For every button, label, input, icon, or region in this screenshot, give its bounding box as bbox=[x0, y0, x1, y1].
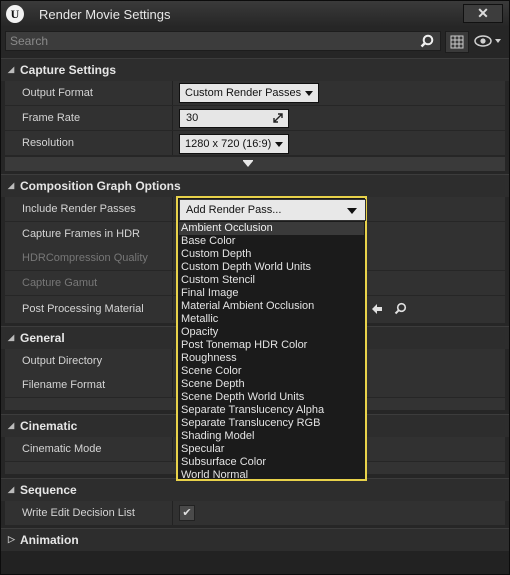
column-divider[interactable] bbox=[172, 501, 173, 525]
view-options-button[interactable] bbox=[471, 31, 505, 51]
property-label: HDRCompression Quality bbox=[22, 252, 148, 264]
render-pass-option[interactable]: Ambient Occlusion bbox=[179, 222, 364, 235]
render-pass-option[interactable]: Roughness bbox=[179, 352, 364, 365]
collapse-arrow-icon[interactable]: ◢ bbox=[8, 333, 14, 342]
eye-icon bbox=[474, 35, 501, 47]
close-button[interactable]: ✕ bbox=[463, 4, 503, 23]
section-title: Composition Graph Options bbox=[20, 179, 181, 193]
render-pass-option[interactable]: Scene Color bbox=[179, 365, 364, 378]
section-animation[interactable]: ▷ Animation bbox=[1, 528, 509, 551]
window-title: Render Movie Settings bbox=[39, 7, 171, 22]
render-pass-dropdown[interactable]: Add Render Pass... Ambient Occlusion Base… bbox=[176, 196, 367, 481]
combo-value: 1280 x 720 (16:9) bbox=[185, 138, 272, 150]
render-pass-option[interactable]: Specular bbox=[179, 443, 364, 456]
frame-rate-field[interactable]: 30 bbox=[179, 109, 289, 128]
resolution-combo[interactable]: 1280 x 720 (16:9) bbox=[179, 134, 289, 154]
property-label: Capture Gamut bbox=[22, 277, 98, 289]
property-label: Output Format bbox=[22, 87, 93, 99]
row-edit-decision-list: Write Edit Decision List ✔ bbox=[5, 501, 505, 526]
column-divider[interactable] bbox=[172, 81, 173, 105]
combo-value: Add Render Pass... bbox=[186, 204, 282, 216]
section-capture-settings[interactable]: ◢ Capture Settings bbox=[1, 58, 509, 81]
column-divider[interactable] bbox=[172, 246, 173, 270]
section-title: Sequence bbox=[20, 483, 77, 497]
render-pass-option[interactable]: Final Image bbox=[179, 287, 364, 300]
frame-rate-value: 30 bbox=[186, 112, 199, 124]
search-row bbox=[1, 29, 509, 53]
render-pass-option[interactable]: Opacity bbox=[179, 326, 364, 339]
render-pass-option[interactable]: Base Color bbox=[179, 235, 364, 248]
property-label: Write Edit Decision List bbox=[22, 507, 135, 519]
search-input[interactable] bbox=[10, 32, 410, 50]
close-icon: ✕ bbox=[477, 5, 489, 21]
column-divider[interactable] bbox=[172, 197, 173, 221]
edl-checkbox[interactable]: ✔ bbox=[179, 505, 195, 521]
expand-arrow-icon[interactable]: ▷ bbox=[8, 534, 15, 545]
add-render-pass-combo[interactable]: Add Render Pass... bbox=[179, 199, 366, 221]
property-label: Post Processing Material bbox=[22, 303, 144, 315]
title-bar[interactable]: U Render Movie Settings ✕ bbox=[1, 1, 509, 27]
render-pass-option[interactable]: World Normal bbox=[179, 469, 364, 482]
dropdown-arrow-icon bbox=[275, 142, 283, 147]
render-pass-option[interactable]: Custom Depth bbox=[179, 248, 364, 261]
section-title: General bbox=[20, 331, 65, 345]
row-resolution: Resolution 1280 x 720 (16:9) bbox=[5, 131, 505, 156]
bottom-bar bbox=[1, 551, 509, 574]
render-pass-option[interactable]: Separate Translucency RGB bbox=[179, 417, 364, 430]
render-pass-option[interactable]: Material Ambient Occlusion bbox=[179, 300, 364, 313]
row-output-format: Output Format Custom Render Passes bbox=[5, 81, 505, 106]
column-divider[interactable] bbox=[172, 296, 173, 320]
section-title: Animation bbox=[20, 533, 79, 547]
render-pass-option[interactable]: Separate Translucency Alpha bbox=[179, 404, 364, 417]
column-divider[interactable] bbox=[172, 373, 173, 397]
search-icon[interactable] bbox=[420, 34, 434, 51]
column-divider[interactable] bbox=[172, 437, 173, 461]
advanced-expander[interactable] bbox=[5, 157, 505, 171]
section-title: Cinematic bbox=[20, 419, 78, 433]
property-label: Capture Frames in HDR bbox=[22, 228, 140, 240]
render-pass-option[interactable]: Scene Depth bbox=[179, 378, 364, 391]
column-divider[interactable] bbox=[172, 106, 173, 130]
expand-arrow-icon bbox=[243, 160, 253, 167]
search-box[interactable] bbox=[5, 31, 441, 51]
browse-search-icon[interactable] bbox=[394, 302, 407, 315]
combo-value: Custom Render Passes bbox=[185, 87, 302, 99]
property-label: Filename Format bbox=[22, 379, 106, 391]
render-pass-option[interactable]: Scene Depth World Units bbox=[179, 391, 364, 404]
unreal-logo: U bbox=[6, 5, 24, 23]
collapse-arrow-icon[interactable]: ◢ bbox=[8, 65, 14, 74]
column-divider[interactable] bbox=[172, 271, 173, 295]
dropdown-arrow-icon bbox=[347, 208, 357, 214]
output-format-combo[interactable]: Custom Render Passes bbox=[179, 83, 319, 103]
property-label: Frame Rate bbox=[22, 112, 81, 124]
use-selected-arrow-icon[interactable] bbox=[371, 303, 383, 315]
property-label: Output Directory bbox=[22, 355, 103, 367]
resize-arrows-icon[interactable] bbox=[273, 113, 283, 123]
property-matrix-button[interactable] bbox=[445, 31, 469, 53]
column-divider[interactable] bbox=[172, 222, 173, 246]
render-pass-option[interactable]: Post Tonemap HDR Color bbox=[179, 339, 364, 352]
section-title: Capture Settings bbox=[20, 63, 117, 77]
row-frame-rate: Frame Rate 30 bbox=[5, 106, 505, 131]
render-movie-settings-window: U Render Movie Settings ✕ ◢ Capture Sett… bbox=[0, 0, 510, 575]
render-pass-option[interactable]: Shading Model bbox=[179, 430, 364, 443]
column-divider[interactable] bbox=[172, 349, 173, 373]
checkmark-icon: ✔ bbox=[182, 507, 192, 519]
collapse-arrow-icon[interactable]: ◢ bbox=[8, 485, 14, 494]
collapse-arrow-icon[interactable]: ◢ bbox=[8, 421, 14, 430]
dropdown-arrow-icon bbox=[305, 91, 313, 96]
grid-icon bbox=[450, 35, 464, 49]
collapse-arrow-icon[interactable]: ◢ bbox=[8, 181, 14, 190]
column-divider[interactable] bbox=[172, 131, 173, 155]
render-pass-option[interactable]: Subsurface Color bbox=[179, 456, 364, 469]
property-label: Include Render Passes bbox=[22, 203, 136, 215]
render-pass-option[interactable]: Custom Stencil bbox=[179, 274, 364, 287]
render-pass-list: Ambient Occlusion Base Color Custom Depth C… bbox=[179, 222, 364, 482]
property-label: Resolution bbox=[22, 137, 74, 149]
property-label: Cinematic Mode bbox=[22, 443, 102, 455]
section-composition-graph[interactable]: ◢ Composition Graph Options bbox=[1, 174, 509, 197]
render-pass-option[interactable]: Metallic bbox=[179, 313, 364, 326]
render-pass-option[interactable]: Custom Depth World Units bbox=[179, 261, 364, 274]
